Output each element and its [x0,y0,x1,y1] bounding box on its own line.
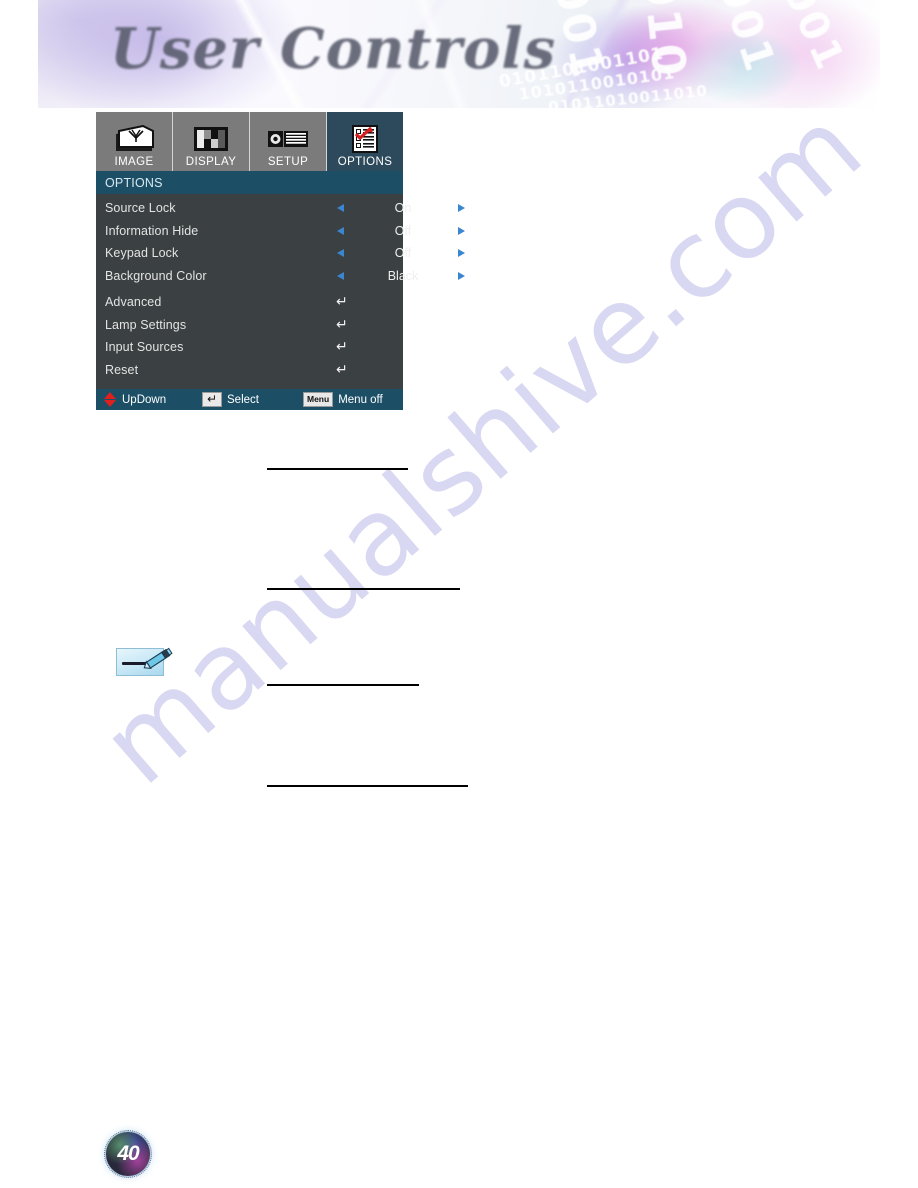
osd-row-label: Reset [105,362,139,377]
section-rule [267,468,408,470]
hint-updown-label: UpDown [122,393,167,406]
tab-display-label: DISPLAY [185,156,237,168]
osd-row-label: Source Lock [105,201,176,216]
section-rule [267,588,460,590]
osd-row-label: Advanced [105,295,162,310]
osd-footer-hints: UpDown ↵ Select Menu Menu off [96,389,403,410]
osd-row-input-sources[interactable]: Input Sources ↵ [96,336,403,359]
section-rule [267,785,468,787]
osd-row-background-color[interactable]: Background Color Black [96,265,465,288]
tab-display[interactable]: DISPLAY [173,112,250,171]
page-number: 40 [117,1142,139,1165]
hint-menu-off-label: Menu off [338,393,383,406]
hint-menu-off: Menu Menu off [303,392,383,407]
osd-row-lamp-settings[interactable]: Lamp Settings ↵ [96,314,403,337]
tab-image[interactable]: IMAGE [96,112,173,171]
arrow-right-icon[interactable] [458,204,465,213]
osd-row-label: Keypad Lock [105,246,179,261]
osd-menu: IMAGE DISPLAY SETUP OPTIONS OPTIONS Sour… [96,112,465,410]
osd-tab-bar: IMAGE DISPLAY SETUP OPTIONS [96,112,403,171]
arrow-left-icon[interactable] [337,226,344,235]
display-tab-icon [193,122,229,155]
osd-row-value: On [394,201,412,216]
menu-key-icon: Menu [303,392,334,407]
osd-row-reset[interactable]: Reset ↵ [96,359,403,382]
enter-arrow-icon[interactable]: ↵ [336,363,348,377]
osd-row-label: Information Hide [105,223,199,238]
enter-key-icon: ↵ [202,392,222,407]
enter-arrow-icon[interactable]: ↵ [336,318,348,332]
osd-row-advanced[interactable]: Advanced ↵ [96,291,403,314]
osd-row-label: Background Color [105,268,207,283]
osd-header-title: OPTIONS [105,175,163,190]
arrow-right-icon[interactable] [458,249,465,258]
osd-header: OPTIONS [96,171,403,194]
arrow-left-icon[interactable] [337,204,344,213]
osd-row-value: Black [387,268,419,283]
osd-item-list: Source Lock On Information Hide Off Keyp… [96,194,465,389]
osd-row-information-hide[interactable]: Information Hide Off [96,220,465,243]
tab-setup[interactable]: SETUP [250,112,327,171]
osd-row-source-lock[interactable]: Source Lock On [96,197,465,220]
hint-select-label: Select [227,393,259,406]
updown-arrows-icon [104,392,117,407]
osd-row-label: Lamp Settings [105,317,187,332]
arrow-left-icon[interactable] [337,249,344,258]
hint-select: ↵ Select [202,392,259,407]
options-tab-icon [351,122,379,155]
page-number-badge: 40 [104,1130,152,1178]
tab-setup-label: SETUP [267,156,309,168]
setup-tab-icon [267,122,309,155]
section-rule [267,684,419,686]
osd-row-value: Off [394,246,412,261]
tab-options[interactable]: OPTIONS [327,112,403,171]
tab-options-label: OPTIONS [337,156,393,168]
arrow-left-icon[interactable] [337,271,344,280]
tab-image-label: IMAGE [114,156,154,168]
osd-row-keypad-lock[interactable]: Keypad Lock Off [96,242,465,265]
arrow-right-icon[interactable] [458,271,465,280]
osd-row-value: Off [394,223,412,238]
enter-arrow-icon[interactable]: ↵ [336,295,348,309]
enter-arrow-icon[interactable]: ↵ [336,340,348,354]
arrow-right-icon[interactable] [458,226,465,235]
image-tab-icon [114,122,154,155]
hint-updown: UpDown [104,392,166,407]
osd-row-label: Input Sources [105,340,184,355]
pencil-icon [143,647,173,670]
